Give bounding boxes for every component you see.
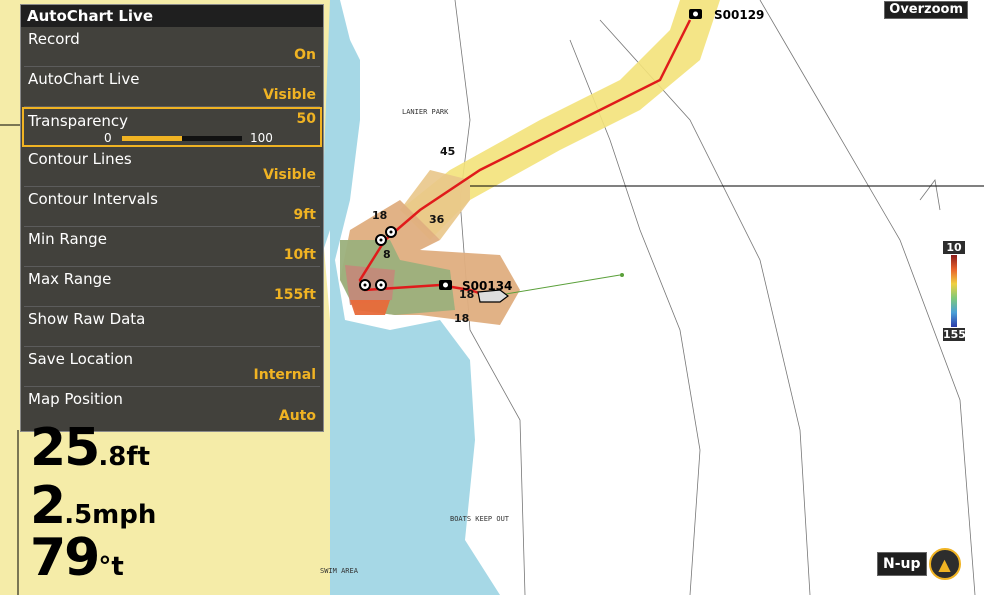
depth-color-scale: 10 155 (943, 241, 966, 341)
orientation-label: N-up (877, 552, 927, 576)
temp-readout: 79°t (30, 528, 124, 588)
temp-unit: °t (98, 552, 124, 582)
temp-value: 79 (30, 528, 100, 588)
menu-item-autochart-live[interactable]: AutoChart Live Visible (24, 67, 320, 107)
menu-item-value: On (294, 47, 316, 63)
menu-item-value: 155ft (273, 287, 316, 303)
menu-item-value: 10ft (283, 247, 316, 263)
orientation-control[interactable]: N-up ▲ (877, 548, 961, 580)
slider-min-label: 0 (104, 131, 112, 145)
waypoint-label-top: S00129 (714, 8, 764, 22)
menu-item-show-raw-data[interactable]: Show Raw Data (24, 307, 320, 347)
menu-item-value: Visible (263, 167, 316, 183)
menu-item-label: Min Range (28, 230, 107, 248)
menu-item-label: AutoChart Live (28, 70, 140, 88)
menu-item-label: Save Location (28, 350, 134, 368)
depth-label: 36 (429, 213, 445, 226)
map-label-swim: SWIM AREA (320, 567, 359, 575)
menu-item-transparency[interactable]: Transparency 50 0 100 (22, 107, 322, 147)
scale-bottom-label: 155 (943, 328, 966, 341)
speed-value: 2 (30, 476, 66, 536)
autochart-live-menu: AutoChart Live Record On AutoChart Live … (20, 4, 324, 432)
menu-title: AutoChart Live (21, 5, 323, 27)
depth-label: 45 (440, 145, 455, 158)
menu-item-contour-intervals[interactable]: Contour Intervals 9ft (24, 187, 320, 227)
camera-icon[interactable] (439, 280, 452, 290)
slider-track[interactable] (122, 136, 242, 141)
menu-item-label: Record (28, 30, 80, 48)
scale-top-label: 10 (943, 241, 965, 254)
depth-readout: 25.8ft (30, 418, 150, 478)
depth-value: 25 (30, 418, 100, 478)
depth-label: 18 (454, 312, 469, 325)
speed-unit: .5mph (64, 500, 157, 530)
compass-icon[interactable]: ▲ (928, 548, 961, 580)
overzoom-badge: Overzoom (884, 1, 968, 19)
slider-fill (122, 136, 182, 141)
depth-unit: .8ft (98, 442, 151, 472)
menu-item-value: 9ft (293, 207, 316, 223)
menu-item-value: 50 (296, 111, 316, 127)
depth-label: 18 (372, 209, 387, 222)
menu-item-value: Visible (263, 87, 316, 103)
depth-label: 8 (383, 248, 391, 261)
menu-item-label: Max Range (28, 270, 112, 288)
menu-item-label: Transparency (28, 112, 129, 130)
menu-item-save-location[interactable]: Save Location Internal (24, 347, 320, 387)
camera-icon[interactable] (689, 9, 702, 19)
menu-item-label: Map Position (28, 390, 123, 408)
slider-max-label: 100 (250, 131, 273, 145)
menu-item-label: Show Raw Data (28, 310, 146, 328)
menu-item-max-range[interactable]: Max Range 155ft (24, 267, 320, 307)
map-label-boats: BOATS KEEP OUT (450, 515, 510, 523)
transparency-slider[interactable]: 0 100 (64, 131, 294, 145)
menu-item-value: Auto (278, 408, 316, 424)
map-label-park: LANIER PARK (402, 108, 449, 116)
menu-item-value: Internal (253, 367, 316, 383)
menu-item-label: Contour Lines (28, 150, 132, 168)
menu-item-label: Contour Intervals (28, 190, 158, 208)
menu-item-contour-lines[interactable]: Contour Lines Visible (24, 147, 320, 187)
menu-item-record[interactable]: Record On (24, 27, 320, 67)
scale-gradient (951, 255, 957, 327)
depth-label: 18 (459, 288, 474, 301)
speed-readout: 2.5mph (30, 476, 156, 536)
menu-item-min-range[interactable]: Min Range 10ft (24, 227, 320, 267)
